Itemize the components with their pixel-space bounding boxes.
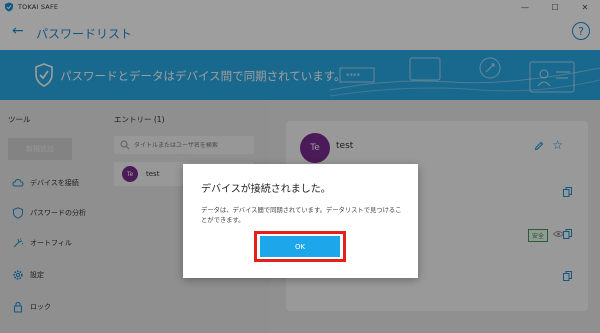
ok-button[interactable]: OK xyxy=(260,236,340,257)
dialog-message: データは、デバイス間で同期されています。データリストで見つけることができます。 xyxy=(201,207,402,224)
dialog-title: デバイスが接続されました。 xyxy=(201,184,331,195)
